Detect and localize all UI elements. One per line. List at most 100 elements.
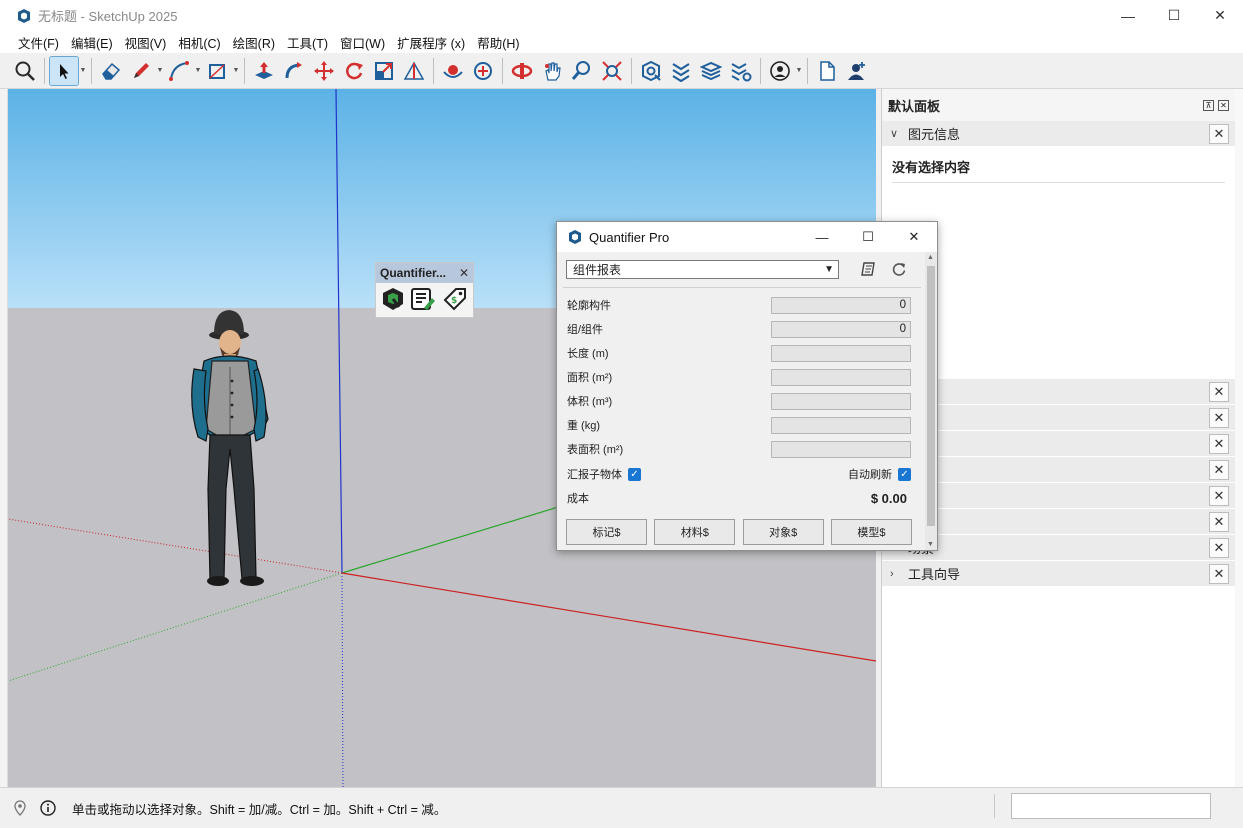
follow-me-icon[interactable] <box>279 56 309 86</box>
menu-tools[interactable]: 工具(T) <box>281 33 334 52</box>
section-plane-icon[interactable] <box>399 56 429 86</box>
orbit-icon[interactable] <box>438 56 468 86</box>
close-icon[interactable]: ✕ <box>1209 485 1229 506</box>
red-axis-negative <box>8 518 343 574</box>
zoom-extents-icon[interactable] <box>597 56 627 86</box>
close-icon[interactable]: ✕ <box>459 266 469 280</box>
maximize-button[interactable]: ☐ <box>1151 0 1197 31</box>
measurements-box[interactable] <box>1011 793 1211 819</box>
quantifier-pro-dialog[interactable]: Quantifier Pro — ☐ ✕ 组件报表 ▼ 轮廓构件 0 组/组件 … <box>556 221 938 551</box>
model-cost-button[interactable]: 模型$ <box>830 519 912 545</box>
report-type-value: 组件报表 <box>573 263 622 277</box>
field-row-groups: 组/组件 0 <box>567 320 911 338</box>
arc-icon[interactable] <box>164 56 194 86</box>
pencil-dropdown-chevron-icon[interactable]: ▼ <box>156 56 164 86</box>
tray-instructor[interactable]: › 工具向导 ✕ <box>882 561 1235 587</box>
chevron-right-icon: › <box>890 567 894 580</box>
menu-help[interactable]: 帮助(H) <box>471 33 525 52</box>
geo-location-icon[interactable] <box>12 800 28 816</box>
close-icon[interactable]: ✕ <box>1209 537 1229 558</box>
pencil-icon[interactable] <box>126 56 156 86</box>
auto-refresh-checkbox[interactable]: 自动刷新 ✓ <box>848 466 911 482</box>
refresh-icon[interactable] <box>890 260 908 278</box>
auto-refresh-label: 自动刷新 <box>848 469 892 481</box>
sketchup-logo-icon <box>569 230 581 244</box>
person-figure <box>191 310 269 586</box>
close-icon[interactable]: ✕ <box>1209 407 1229 428</box>
close-icon[interactable]: ✕ <box>1209 563 1229 584</box>
close-icon[interactable]: ✕ <box>1218 99 1229 111</box>
rectangle-dropdown-chevron-icon[interactable]: ▼ <box>232 56 240 86</box>
rotate-icon[interactable] <box>339 56 369 86</box>
close-button[interactable]: ✕ <box>1197 0 1243 31</box>
dialog-minimize-button[interactable]: — <box>799 222 845 252</box>
report-list-icon[interactable] <box>410 286 436 315</box>
scroll-up-icon[interactable]: ▲ <box>927 254 934 261</box>
minimize-button[interactable]: — <box>1105 0 1151 31</box>
close-icon[interactable]: ✕ <box>1209 511 1229 532</box>
menu-draw[interactable]: 绘图(R) <box>227 33 281 52</box>
dialog-scrollbar[interactable]: ▲ ▼ <box>925 252 937 550</box>
quantifier-floating-toolbar[interactable]: Quantifier... ✕ $ <box>375 262 474 318</box>
report-children-checkbox[interactable]: 汇报子物体 ✓ <box>567 466 641 482</box>
field-row-length: 长度 (m) <box>567 344 911 362</box>
dialog-close-button[interactable]: ✕ <box>891 222 937 252</box>
toolbar-separator <box>502 57 503 84</box>
scale-icon[interactable] <box>369 56 399 86</box>
account-icon[interactable] <box>765 56 795 86</box>
price-tag-icon[interactable]: $ <box>442 286 468 315</box>
tray-entity-info[interactable]: ∨ 图元信息 ✕ <box>882 121 1235 147</box>
menu-camera[interactable]: 相机(C) <box>172 33 226 52</box>
dialog-maximize-button[interactable]: ☐ <box>845 222 891 252</box>
checkmark-icon[interactable]: ✓ <box>628 467 641 481</box>
field-row-weight: 重 (kg) <box>567 416 911 434</box>
move-icon[interactable] <box>309 56 339 86</box>
red-axis <box>341 572 876 662</box>
extension-warehouse-icon[interactable] <box>666 56 696 86</box>
report-type-select[interactable]: 组件报表 ▼ <box>566 260 839 279</box>
close-icon[interactable]: ✕ <box>1209 123 1229 144</box>
quantifier-logo-icon[interactable] <box>381 286 405 315</box>
eraser-icon[interactable] <box>96 56 126 86</box>
info-icon[interactable] <box>40 800 56 816</box>
rectangle-icon[interactable] <box>202 56 232 86</box>
account-dropdown-chevron-icon[interactable]: ▼ <box>795 56 803 86</box>
dialog-title-bar[interactable]: Quantifier Pro — ☐ ✕ <box>557 222 937 252</box>
new-file-icon[interactable] <box>812 56 842 86</box>
select-arrow-icon[interactable] <box>49 55 79 86</box>
material-cost-button[interactable]: 材料$ <box>654 519 736 545</box>
zoom-icon[interactable] <box>567 56 597 86</box>
menu-view[interactable]: 视图(V) <box>119 33 173 52</box>
push-pull-icon[interactable] <box>249 56 279 86</box>
toolbar-separator <box>760 57 761 84</box>
toolbar-separator <box>91 57 92 84</box>
search-icon[interactable] <box>10 56 40 86</box>
menu-extensions[interactable]: 扩展程序 (x) <box>391 33 471 52</box>
orbit-view-icon[interactable] <box>507 56 537 86</box>
pan-icon[interactable] <box>468 56 498 86</box>
field-label: 表面积 (m²) <box>567 444 624 456</box>
close-icon[interactable]: ✕ <box>1209 433 1229 454</box>
object-cost-button[interactable]: 对象$ <box>742 519 824 545</box>
scroll-down-icon[interactable]: ▼ <box>927 541 934 548</box>
hand-pan-icon[interactable] <box>537 56 567 86</box>
select-dropdown-chevron-icon[interactable]: ▼ <box>79 56 87 86</box>
arc-dropdown-chevron-icon[interactable]: ▼ <box>194 56 202 86</box>
warehouse-icon[interactable] <box>636 56 666 86</box>
scrollbar-thumb[interactable] <box>927 266 935 526</box>
menu-edit[interactable]: 编辑(E) <box>65 33 119 52</box>
toolbar-separator <box>807 57 808 84</box>
add-user-icon[interactable] <box>842 56 872 86</box>
cost-row: 成本 $ 0.00 <box>567 490 907 506</box>
close-icon[interactable]: ✕ <box>1209 459 1229 480</box>
extension-manager-icon[interactable] <box>726 56 756 86</box>
report-book-icon[interactable] <box>859 260 877 278</box>
layout-icon[interactable] <box>696 56 726 86</box>
close-icon[interactable]: ✕ <box>1209 381 1229 402</box>
menu-file[interactable]: 文件(F) <box>12 33 65 52</box>
tag-cost-button[interactable]: 标记$ <box>566 519 647 545</box>
checkmark-icon[interactable]: ✓ <box>898 467 911 481</box>
menu-window[interactable]: 窗口(W) <box>334 33 391 52</box>
pin-icon[interactable]: ⊼ <box>1203 99 1214 111</box>
quantifier-toolbar-header[interactable]: Quantifier... ✕ <box>376 263 473 283</box>
